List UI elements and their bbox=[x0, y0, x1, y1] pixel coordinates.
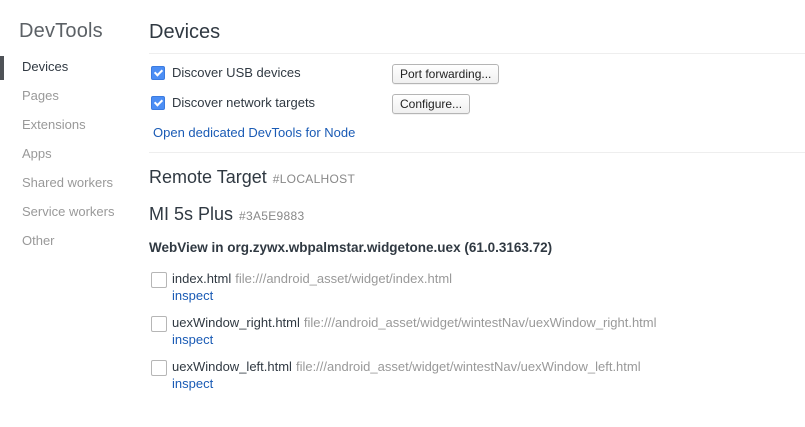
sidebar-item-pages[interactable]: Pages bbox=[22, 86, 59, 106]
discover-network-option[interactable]: Discover network targets bbox=[151, 93, 315, 113]
main-panel: Devices Discover USB devices Port forwar… bbox=[149, 0, 805, 427]
sidebar-item-service-workers[interactable]: Service workers bbox=[22, 202, 114, 222]
discover-network-checkbox[interactable] bbox=[151, 95, 165, 110]
target-checkbox[interactable] bbox=[151, 272, 167, 288]
target-checkbox[interactable] bbox=[151, 316, 167, 332]
target-url: file:///android_asset/widget/wintestNav/… bbox=[303, 315, 657, 330]
port-forwarding-button[interactable]: Port forwarding... bbox=[392, 64, 500, 84]
page-title: Devices bbox=[149, 21, 221, 43]
inspect-link[interactable]: inspect bbox=[172, 288, 213, 304]
target-name: uexWindow_right.html bbox=[172, 315, 300, 330]
sidebar-item-devices[interactable]: Devices bbox=[22, 57, 68, 77]
sidebar: DevTools Devices Pages Extensions Apps S… bbox=[0, 0, 130, 427]
target-url: file:///android_asset/widget/wintestNav/… bbox=[295, 359, 641, 374]
remote-target-tag: #LOCALHOST bbox=[272, 172, 356, 186]
target-name: uexWindow_left.html bbox=[172, 359, 292, 374]
divider bbox=[149, 152, 805, 153]
discover-network-label: Discover network targets bbox=[172, 95, 316, 110]
inspect-link[interactable]: inspect bbox=[172, 376, 213, 392]
target-url: file:///android_asset/widget/index.html bbox=[235, 271, 453, 286]
sidebar-item-extensions[interactable]: Extensions bbox=[22, 115, 86, 135]
discover-usb-label: Discover USB devices bbox=[172, 65, 301, 80]
sidebar-title: DevTools bbox=[19, 20, 103, 42]
remote-target-title: Remote Target bbox=[149, 167, 267, 187]
sidebar-active-indicator bbox=[0, 56, 4, 80]
device-heading: MI 5s Plus #3A5E9883 bbox=[149, 204, 304, 225]
sidebar-item-shared-workers[interactable]: Shared workers bbox=[22, 173, 113, 193]
open-node-devtools-link[interactable]: Open dedicated DevTools for Node bbox=[153, 125, 355, 140]
device-name: MI 5s Plus bbox=[149, 204, 234, 224]
inspect-link[interactable]: inspect bbox=[172, 332, 213, 348]
sidebar-item-other[interactable]: Other bbox=[22, 231, 55, 251]
device-id: #3A5E9883 bbox=[239, 209, 305, 223]
discover-usb-option[interactable]: Discover USB devices bbox=[151, 63, 301, 83]
target-name: index.html bbox=[172, 271, 232, 286]
target-checkbox[interactable] bbox=[151, 360, 167, 376]
remote-target-heading: Remote Target #LOCALHOST bbox=[149, 167, 355, 188]
sidebar-item-apps[interactable]: Apps bbox=[22, 144, 52, 164]
divider bbox=[149, 53, 805, 54]
discover-usb-checkbox[interactable] bbox=[151, 65, 165, 80]
webview-title: WebView in org.zywx.wbpalmstar.widgetone… bbox=[149, 240, 553, 255]
configure-button[interactable]: Configure... bbox=[392, 94, 471, 114]
